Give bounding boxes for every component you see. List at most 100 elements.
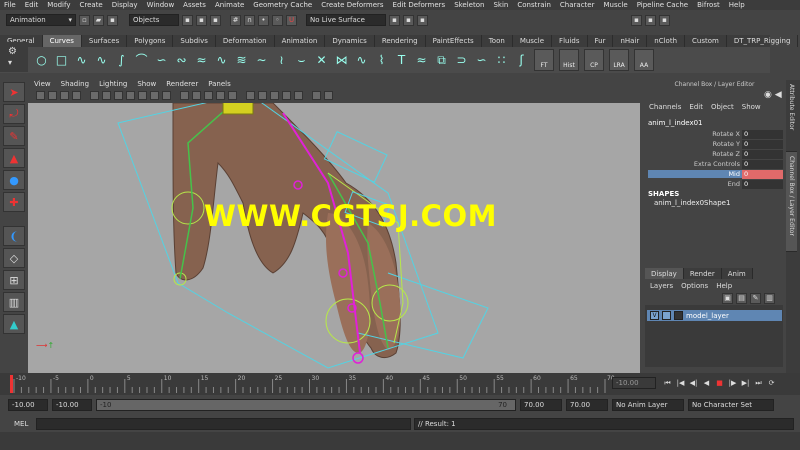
camera-icon[interactable] bbox=[36, 91, 45, 100]
tab-painteffects[interactable]: PaintEffects bbox=[426, 35, 482, 47]
rotate-tool-icon[interactable]: ● bbox=[3, 170, 25, 190]
channel-box-menu-object[interactable]: Object bbox=[711, 103, 734, 111]
lights-icon[interactable] bbox=[258, 91, 267, 100]
go-to-start-icon[interactable]: ⏮ bbox=[662, 378, 673, 389]
grid-icon[interactable] bbox=[90, 91, 99, 100]
insert-knot-icon[interactable]: ≈ bbox=[194, 53, 209, 68]
textured-icon[interactable] bbox=[246, 91, 255, 100]
shadows-icon[interactable] bbox=[270, 91, 279, 100]
cv-curve-icon[interactable]: ∿ bbox=[74, 53, 89, 68]
layer-menu-help[interactable]: Help bbox=[716, 282, 732, 290]
shelf-cp-button[interactable]: CP bbox=[584, 49, 604, 71]
viewport-menu-lighting[interactable]: Lighting bbox=[99, 80, 127, 88]
open-close-curve-icon[interactable]: ⊃ bbox=[454, 53, 469, 68]
toggle-panel-icon[interactable]: ▪ bbox=[631, 14, 642, 26]
menu-bifrost[interactable]: Bifrost bbox=[697, 1, 720, 9]
select-object-icon[interactable]: ▪ bbox=[196, 14, 207, 26]
layer-tab-display[interactable]: Display bbox=[645, 268, 684, 279]
pencil-curve-icon[interactable]: ∫ bbox=[114, 53, 129, 68]
tab-dt-trp-rigging[interactable]: DT_TRP_Rigging bbox=[727, 35, 799, 47]
channel-attr-rotate-z[interactable]: Rotate Z0 bbox=[648, 149, 783, 159]
offset-curve-icon[interactable]: ≋ bbox=[234, 53, 249, 68]
shape-node-name[interactable]: anim_l_index0Shape1 bbox=[654, 199, 730, 207]
playback-end-field[interactable]: 70.00 bbox=[520, 399, 562, 411]
menu-constrain[interactable]: Constrain bbox=[517, 1, 551, 9]
tab-animation[interactable]: Animation bbox=[275, 35, 326, 47]
snap-point-icon[interactable]: • bbox=[258, 14, 269, 26]
safe-action-icon[interactable] bbox=[150, 91, 159, 100]
snap-view-icon[interactable]: ◦ bbox=[272, 14, 283, 26]
square-curve-icon[interactable]: □ bbox=[54, 53, 69, 68]
channel-attr-value[interactable]: 0 bbox=[742, 129, 783, 139]
chevron-left-icon[interactable]: ◀ bbox=[775, 90, 782, 100]
shelf-hist-button[interactable]: Hist bbox=[559, 49, 579, 71]
menu-edit-deformers[interactable]: Edit Deformers bbox=[393, 1, 446, 9]
paint-select-tool-icon[interactable]: ✎ bbox=[3, 126, 25, 146]
menu-create[interactable]: Create bbox=[79, 1, 102, 9]
channel-attr-value[interactable]: 0 bbox=[742, 159, 783, 169]
channel-box-menu-edit[interactable]: Edit bbox=[689, 103, 703, 111]
layer-row-model-layer[interactable]: V model_layer bbox=[647, 310, 782, 321]
menu-window[interactable]: Window bbox=[147, 1, 175, 9]
viewport-menu-panels[interactable]: Panels bbox=[208, 80, 231, 88]
tab-ncloth[interactable]: nCloth bbox=[647, 35, 686, 47]
command-input[interactable] bbox=[36, 418, 411, 430]
channel-box-menu-channels[interactable]: Channels bbox=[649, 103, 681, 111]
menu-skeleton[interactable]: Skeleton bbox=[454, 1, 484, 9]
text-curve-icon[interactable]: T bbox=[394, 53, 409, 68]
align-curve-icon[interactable]: ∽ bbox=[474, 53, 489, 68]
layer-visibility-toggle[interactable]: V bbox=[650, 311, 659, 320]
selection-mode-dropdown[interactable]: Objects bbox=[129, 14, 179, 26]
menu-edit[interactable]: Edit bbox=[25, 1, 39, 9]
highlight-select-icon[interactable] bbox=[324, 91, 333, 100]
render-icon[interactable]: ▪ bbox=[389, 14, 400, 26]
bezier-curve-icon[interactable]: ⌇ bbox=[374, 53, 389, 68]
stop-icon[interactable]: ■ bbox=[714, 378, 725, 389]
snap-grid-icon[interactable]: # bbox=[230, 14, 241, 26]
antialiasing-icon[interactable] bbox=[294, 91, 303, 100]
camera-attributes-icon[interactable] bbox=[48, 91, 57, 100]
fillet-curve-icon[interactable]: ⌣ bbox=[294, 53, 309, 68]
tab-toon[interactable]: Toon bbox=[482, 35, 513, 47]
resolution-gate-icon[interactable] bbox=[114, 91, 123, 100]
shelf-lra-button[interactable]: LRA bbox=[609, 49, 629, 71]
viewport-menu-renderer[interactable]: Renderer bbox=[166, 80, 198, 88]
channel-attr-value[interactable]: 0 bbox=[742, 169, 783, 179]
shelf-aa-button[interactable]: AA bbox=[634, 49, 654, 71]
channel-box-object-name[interactable]: anim_l_index01 bbox=[648, 119, 703, 127]
render-settings-icon[interactable]: ▪ bbox=[417, 14, 428, 26]
tab-surfaces[interactable]: Surfaces bbox=[82, 35, 128, 47]
menu-muscle[interactable]: Muscle bbox=[603, 1, 627, 9]
channel-attr-value[interactable]: 0 bbox=[742, 149, 783, 159]
menu-pipeline-cache[interactable]: Pipeline Cache bbox=[637, 1, 688, 9]
step-back-frame-icon[interactable]: ◀| bbox=[688, 378, 699, 389]
menu-animate[interactable]: Animate bbox=[215, 1, 244, 9]
tab-dynamics[interactable]: Dynamics bbox=[325, 35, 375, 47]
shelf-ft-button[interactable]: FT bbox=[534, 49, 554, 71]
menu-assets[interactable]: Assets bbox=[183, 1, 206, 9]
tab-curves[interactable]: Curves bbox=[42, 35, 82, 47]
ipr-render-icon[interactable]: ▪ bbox=[403, 14, 414, 26]
tab-fluids[interactable]: Fluids bbox=[552, 35, 588, 47]
playback-start-field[interactable]: -10.00 bbox=[52, 399, 92, 411]
tab-subdivs[interactable]: Subdivs bbox=[173, 35, 216, 47]
wireframe-icon[interactable] bbox=[180, 91, 189, 100]
tab-deformation[interactable]: Deformation bbox=[216, 35, 275, 47]
layer-menu-layers[interactable]: Layers bbox=[650, 282, 673, 290]
tab-attribute-editor[interactable]: Attribute Editor bbox=[786, 80, 797, 152]
tab-nhair[interactable]: nHair bbox=[613, 35, 648, 47]
channel-attr-value[interactable]: 0 bbox=[742, 179, 783, 189]
menu-help[interactable]: Help bbox=[729, 1, 745, 9]
tab-rendering[interactable]: Rendering bbox=[375, 35, 426, 47]
layer-display-type-toggle[interactable] bbox=[662, 311, 671, 320]
tab-custom[interactable]: Custom bbox=[685, 35, 727, 47]
new-layer-icon[interactable]: ▣ bbox=[722, 293, 733, 304]
smooth-shade-icon[interactable] bbox=[192, 91, 201, 100]
layer-tab-anim[interactable]: Anim bbox=[721, 268, 753, 279]
project-curve-icon[interactable]: ≈ bbox=[414, 53, 429, 68]
mode-dropdown[interactable]: Animation ▾ bbox=[6, 14, 76, 26]
new-scene-icon[interactable]: ▫ bbox=[79, 14, 90, 26]
xray-joints-icon[interactable] bbox=[228, 91, 237, 100]
shelf-options[interactable]: ⚙ ▾ bbox=[0, 42, 28, 72]
ambient-occlusion-icon[interactable] bbox=[282, 91, 291, 100]
